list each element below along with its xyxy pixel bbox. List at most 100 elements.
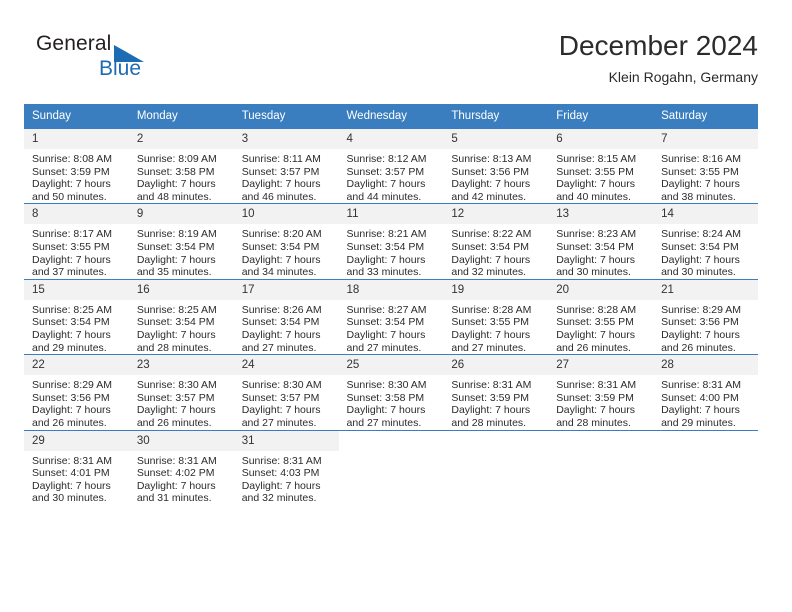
calendar-day-cell[interactable]: 10 Sunrise: 8:20 AM Sunset: 3:54 PM Dayligh… [233, 203, 339, 280]
day-details: Sunrise: 8:28 AM Sunset: 3:55 PM Daylight:… [548, 300, 653, 354]
general-blue-logo: General Blue [36, 32, 176, 88]
calendar-day-cell[interactable]: 3 Sunrise: 8:11 AM Sunset: 3:57 PM Daylight… [233, 127, 339, 204]
page-title: December 2024 [558, 30, 758, 61]
day-number: 5 [443, 129, 549, 149]
daylight-text-line1: Daylight: 7 hours [661, 404, 740, 417]
calendar-day-cell[interactable]: 15 Sunrise: 8:25 AM Sunset: 3:54 PM Dayligh… [24, 278, 129, 355]
calendar-day-cell[interactable]: 12 Sunrise: 8:22 AM Sunset: 3:54 PM Dayligh… [443, 203, 549, 280]
sunset-text: Sunset: 3:57 PM [241, 165, 320, 178]
calendar-day-cell[interactable]: 9 Sunrise: 8:19 AM Sunset: 3:54 PM Daylight… [128, 203, 234, 280]
sunset-text: Sunset: 3:58 PM [136, 165, 215, 178]
daylight-text-line1: Daylight: 7 hours [451, 404, 531, 417]
day-details: Sunrise: 8:31 AM Sunset: 4:02 PM Daylight:… [129, 451, 234, 505]
day-number: 22 [24, 355, 129, 376]
sunrise-text: Sunrise: 8:31 AM [451, 379, 532, 392]
calendar-day-cell[interactable]: 27 Sunrise: 8:31 AM Sunset: 3:59 PM Dayligh… [548, 354, 654, 430]
day-details: Sunrise: 8:31 AM Sunset: 3:59 PM Daylight:… [548, 375, 653, 429]
day-cell-inner: 3 Sunrise: 8:11 AM Sunset: 3:57 PM Daylight… [233, 129, 339, 203]
calendar-day-cell[interactable]: 21 Sunrise: 8:29 AM Sunset: 3:56 PM Dayligh… [653, 278, 758, 355]
daylight-text-line1: Daylight: 7 hours [32, 404, 111, 417]
day-number: 18 [338, 279, 444, 300]
day-number: 19 [443, 279, 549, 300]
calendar-week-row: 1 Sunrise: 8:08 AM Sunset: 3:59 PM Daylight… [24, 127, 758, 204]
day-cell-inner: 20 Sunrise: 8:28 AM Sunset: 3:55 PM Dayligh… [548, 279, 654, 354]
calendar-day-cell[interactable]: 22 Sunrise: 8:29 AM Sunset: 3:56 PM Dayligh… [24, 354, 129, 430]
calendar-page: General Blue December 2024 Klein Rogahn,… [0, 0, 792, 612]
day-cell-inner: 2 Sunrise: 8:09 AM Sunset: 3:58 PM Daylight… [128, 129, 234, 203]
calendar-day-cell[interactable]: 6 Sunrise: 8:15 AM Sunset: 3:55 PM Daylight… [548, 127, 654, 204]
calendar-day-cell[interactable]: 26 Sunrise: 8:31 AM Sunset: 3:59 PM Dayligh… [443, 354, 549, 430]
day-details [339, 451, 444, 455]
calendar-week-row: 15 Sunrise: 8:25 AM Sunset: 3:54 PM Dayligh… [24, 278, 758, 355]
daylight-text-line1: Daylight: 7 hours [451, 328, 531, 341]
calendar-day-cell[interactable]: 30 Sunrise: 8:31 AM Sunset: 4:02 PM Dayligh… [128, 429, 234, 505]
calendar-day-cell[interactable]: 28 Sunrise: 8:31 AM Sunset: 4:00 PM Dayligh… [653, 354, 758, 430]
day-number: 25 [338, 355, 444, 376]
daylight-text-line2: and 28 minutes. [136, 341, 212, 354]
sunset-text: Sunset: 3:57 PM [136, 391, 215, 404]
sunrise-text: Sunrise: 8:15 AM [556, 153, 637, 165]
calendar-day-cell[interactable]: 2 Sunrise: 8:09 AM Sunset: 3:58 PM Daylight… [128, 127, 234, 204]
calendar-day-cell[interactable]: 17 Sunrise: 8:26 AM Sunset: 3:54 PM Dayligh… [233, 278, 339, 355]
sunrise-text: Sunrise: 8:19 AM [136, 228, 217, 241]
calendar-day-cell[interactable]: 13 Sunrise: 8:23 AM Sunset: 3:54 PM Dayligh… [548, 203, 654, 280]
sunset-text: Sunset: 3:54 PM [241, 316, 320, 329]
daylight-text-line1: Daylight: 7 hours [346, 253, 426, 266]
weekday-header-tuesday: Tuesday [233, 104, 339, 129]
day-number: 7 [653, 129, 758, 149]
calendar-day-cell[interactable]: 1 Sunrise: 8:08 AM Sunset: 3:59 PM Daylight… [24, 127, 129, 204]
calendar-day-cell[interactable]: 16 Sunrise: 8:25 AM Sunset: 3:54 PM Dayligh… [128, 278, 234, 355]
calendar-day-cell[interactable]: 24 Sunrise: 8:30 AM Sunset: 3:57 PM Dayligh… [233, 354, 339, 430]
day-cell-inner: 27 Sunrise: 8:31 AM Sunset: 3:59 PM Dayligh… [548, 355, 654, 429]
sunrise-text: Sunrise: 8:31 AM [556, 379, 637, 392]
day-details: Sunrise: 8:28 AM Sunset: 3:55 PM Daylight:… [443, 300, 548, 354]
daylight-text-line1: Daylight: 7 hours [241, 178, 321, 191]
calendar-day-cell[interactable]: 8 Sunrise: 8:17 AM Sunset: 3:55 PM Daylight… [24, 203, 129, 280]
day-cell-inner [338, 430, 444, 505]
calendar-day-cell[interactable]: 23 Sunrise: 8:30 AM Sunset: 3:57 PM Dayligh… [128, 354, 234, 430]
calendar-day-cell[interactable]: 18 Sunrise: 8:27 AM Sunset: 3:54 PM Dayligh… [338, 278, 444, 355]
day-number: 13 [548, 204, 654, 225]
day-details: Sunrise: 8:25 AM Sunset: 3:54 PM Daylight:… [24, 300, 129, 354]
calendar-day-cell[interactable]: 25 Sunrise: 8:30 AM Sunset: 3:58 PM Dayligh… [338, 354, 444, 430]
day-cell-inner: 4 Sunrise: 8:12 AM Sunset: 3:57 PM Daylight… [338, 129, 444, 203]
sunrise-text: Sunrise: 8:23 AM [556, 228, 637, 241]
day-number: 11 [338, 204, 444, 225]
day-number: 2 [128, 129, 234, 149]
day-number: 12 [443, 204, 549, 225]
daylight-text-line1: Daylight: 7 hours [661, 253, 740, 266]
day-cell-inner: 29 Sunrise: 8:31 AM Sunset: 4:01 PM Dayligh… [24, 430, 129, 505]
calendar-day-cell[interactable]: 19 Sunrise: 8:28 AM Sunset: 3:55 PM Dayligh… [443, 278, 549, 355]
weekday-header-friday: Friday [548, 104, 654, 129]
calendar-day-cell[interactable]: 29 Sunrise: 8:31 AM Sunset: 4:01 PM Dayligh… [24, 429, 129, 505]
calendar-day-cell-empty [548, 429, 654, 505]
daylight-text-line2: and 48 minutes. [136, 190, 212, 203]
daylight-text-line2: and 33 minutes. [346, 266, 422, 279]
day-cell-inner: 10 Sunrise: 8:20 AM Sunset: 3:54 PM Dayligh… [233, 204, 339, 279]
calendar-day-cell[interactable]: 7 Sunrise: 8:16 AM Sunset: 3:55 PM Daylight… [653, 127, 758, 204]
daylight-text-line2: and 30 minutes. [661, 266, 736, 279]
calendar-day-cell[interactable]: 14 Sunrise: 8:24 AM Sunset: 3:54 PM Dayligh… [653, 203, 758, 280]
sunset-text: Sunset: 3:54 PM [32, 316, 110, 329]
day-cell-inner: 26 Sunrise: 8:31 AM Sunset: 3:59 PM Dayligh… [443, 355, 549, 429]
day-cell-inner [443, 430, 549, 505]
day-details [443, 451, 548, 455]
day-details: Sunrise: 8:31 AM Sunset: 3:59 PM Daylight:… [443, 375, 548, 429]
day-cell-inner: 12 Sunrise: 8:22 AM Sunset: 3:54 PM Dayligh… [443, 204, 549, 278]
daylight-text-line2: and 26 minutes. [32, 416, 107, 429]
calendar-grid: Sunday Monday Tuesday Wednesday Thursday… [24, 104, 758, 505]
sunrise-text: Sunrise: 8:12 AM [346, 153, 427, 165]
calendar-day-cell[interactable]: 31 Sunrise: 8:31 AM Sunset: 4:03 PM Dayligh… [233, 429, 339, 505]
calendar-week-row: 22 Sunrise: 8:29 AM Sunset: 3:56 PM Dayligh… [24, 354, 758, 430]
calendar-day-cell[interactable]: 20 Sunrise: 8:28 AM Sunset: 3:55 PM Dayligh… [548, 278, 654, 355]
daylight-text-line2: and 34 minutes. [241, 266, 317, 279]
calendar-day-cell[interactable]: 5 Sunrise: 8:13 AM Sunset: 3:56 PM Daylight… [443, 127, 549, 204]
day-details: Sunrise: 8:30 AM Sunset: 3:57 PM Daylight:… [234, 375, 339, 429]
sunrise-text: Sunrise: 8:13 AM [451, 153, 532, 165]
calendar-day-cell[interactable]: 11 Sunrise: 8:21 AM Sunset: 3:54 PM Dayligh… [338, 203, 444, 280]
day-details: Sunrise: 8:08 AM Sunset: 3:59 PM Daylight:… [24, 149, 129, 203]
calendar-day-cell[interactable]: 4 Sunrise: 8:12 AM Sunset: 3:57 PM Daylight… [338, 127, 444, 204]
day-cell-inner: 15 Sunrise: 8:25 AM Sunset: 3:54 PM Dayligh… [24, 279, 129, 354]
day-details: Sunrise: 8:13 AM Sunset: 3:56 PM Daylight:… [443, 149, 548, 203]
daylight-text-line1: Daylight: 7 hours [136, 479, 216, 492]
